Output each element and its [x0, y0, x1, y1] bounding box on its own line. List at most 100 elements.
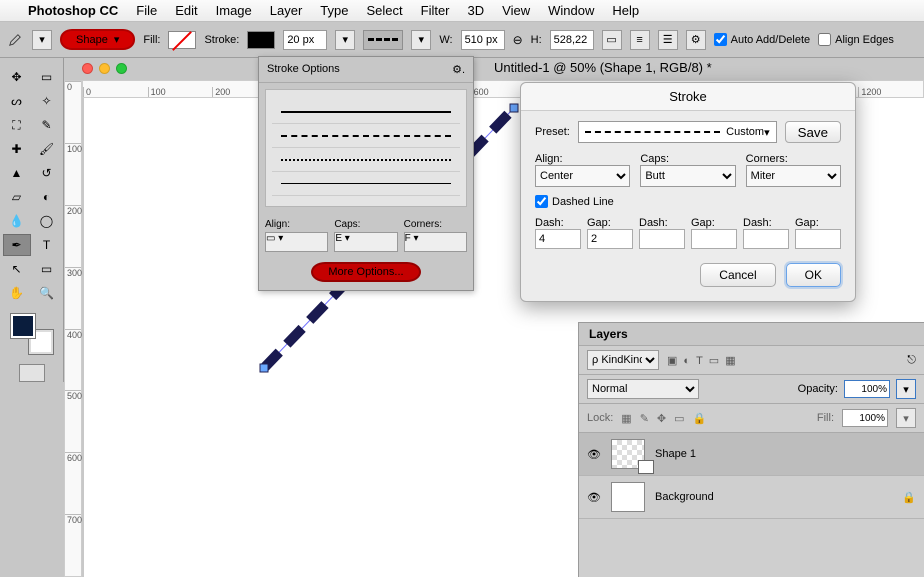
gear-icon[interactable]: ⚙: [686, 30, 706, 50]
path-ops-icon[interactable]: ▭: [602, 30, 622, 50]
align-icon[interactable]: ≡: [630, 30, 650, 50]
stroke-width-input[interactable]: [283, 30, 327, 50]
foreground-color[interactable]: [11, 314, 35, 338]
tool-mode-dropdown[interactable]: Shape ▾: [60, 29, 135, 50]
stroke-preset-dotted[interactable]: [272, 148, 460, 172]
opacity-input[interactable]: [844, 380, 890, 398]
menu-filter[interactable]: Filter: [421, 3, 450, 18]
cancel-button[interactable]: Cancel: [700, 263, 775, 287]
stroke-type-dd[interactable]: ▾: [411, 30, 431, 50]
auto-add-delete-checkbox[interactable]: Auto Add/Delete: [714, 33, 811, 46]
crop-tool[interactable]: ⛶: [3, 114, 31, 136]
ok-button[interactable]: OK: [786, 263, 841, 287]
layer-thumbnail[interactable]: [611, 482, 645, 512]
type-tool[interactable]: T: [33, 234, 61, 256]
stamp-tool[interactable]: ▲: [3, 162, 31, 184]
blur-tool[interactable]: 💧: [3, 210, 31, 232]
gap2-input[interactable]: [691, 229, 737, 249]
dashed-line-checkbox[interactable]: Dashed Line: [535, 195, 614, 208]
dash2-input[interactable]: [639, 229, 685, 249]
align-dropdown[interactable]: ▭ ▾: [265, 232, 328, 252]
stroke-preset-dashed[interactable]: [272, 124, 460, 148]
layer-thumbnail[interactable]: [611, 439, 645, 469]
menu-window[interactable]: Window: [548, 3, 594, 18]
gear-icon[interactable]: ⚙.: [452, 63, 465, 76]
stroke-type-dropdown[interactable]: [363, 30, 403, 50]
stroke-width-dd[interactable]: ▾: [335, 30, 355, 50]
align-select[interactable]: Center: [535, 165, 630, 187]
align-edges-checkbox[interactable]: Align Edges: [818, 33, 894, 46]
magic-wand-tool[interactable]: ✧: [33, 90, 61, 112]
filter-icons[interactable]: ▣◐T▭▦: [667, 354, 742, 367]
link-icon[interactable]: ⊖: [513, 33, 523, 47]
fill-input[interactable]: [842, 409, 888, 427]
app-name[interactable]: Photoshop CC: [28, 3, 118, 18]
fg-bg-swatch[interactable]: [9, 312, 55, 356]
menu-help[interactable]: Help: [612, 3, 639, 18]
shape-tool[interactable]: ▭: [33, 258, 61, 280]
quick-mask-toggle[interactable]: [19, 364, 45, 382]
opacity-dd[interactable]: ▾: [896, 379, 916, 399]
hand-tool[interactable]: ✋: [3, 282, 31, 304]
dash3-input[interactable]: [743, 229, 789, 249]
maximize-icon[interactable]: [116, 63, 127, 74]
minimize-icon[interactable]: [99, 63, 110, 74]
lasso-tool[interactable]: ᔕ: [3, 90, 31, 112]
layer-background[interactable]: 👁 Background 🔒: [579, 476, 924, 519]
filter-kind-select[interactable]: ρ KindKind: [587, 350, 659, 370]
save-button[interactable]: Save: [785, 121, 841, 143]
stroke-preset-solid[interactable]: [272, 100, 460, 124]
menu-3d[interactable]: 3D: [468, 3, 485, 18]
history-brush-tool[interactable]: ↺: [33, 162, 61, 184]
gradient-tool[interactable]: ◐: [33, 186, 61, 208]
caps-select[interactable]: Butt: [640, 165, 735, 187]
lock-brush-icon[interactable]: ✎: [640, 412, 649, 425]
dodge-tool[interactable]: ◯: [33, 210, 61, 232]
menu-view[interactable]: View: [502, 3, 530, 18]
gap1-input[interactable]: [587, 229, 633, 249]
anchor-point[interactable]: [510, 104, 518, 112]
eyedropper-tool[interactable]: ✎: [33, 114, 61, 136]
preset-dropdown[interactable]: Custom▾: [578, 121, 777, 143]
move-tool[interactable]: ✥: [3, 66, 31, 88]
corners-select[interactable]: Miter: [746, 165, 841, 187]
stroke-swatch[interactable]: [247, 31, 275, 49]
layer-shape1[interactable]: 👁 Shape 1: [579, 433, 924, 476]
fill-dd[interactable]: ▾: [896, 408, 916, 428]
stroke-preset-thin[interactable]: [272, 172, 460, 196]
layers-tab[interactable]: Layers: [579, 323, 924, 346]
caps-dropdown[interactable]: E ▾: [334, 232, 397, 252]
menu-select[interactable]: Select: [366, 3, 402, 18]
eraser-tool[interactable]: ▱: [3, 186, 31, 208]
fill-swatch[interactable]: [168, 31, 196, 49]
arrange-icon[interactable]: ☰: [658, 30, 678, 50]
lock-move-icon[interactable]: ✥: [657, 412, 666, 425]
blend-mode-select[interactable]: Normal: [587, 379, 699, 399]
filter-toggle[interactable]: ⎋: [907, 354, 916, 367]
brush-tool[interactable]: 🖌: [33, 138, 61, 160]
menu-type[interactable]: Type: [320, 3, 348, 18]
lock-transparency-icon[interactable]: ▦: [621, 412, 631, 425]
pen-tool[interactable]: ✒: [3, 234, 31, 256]
height-input[interactable]: [550, 30, 594, 50]
menu-layer[interactable]: Layer: [270, 3, 303, 18]
dash1-input[interactable]: [535, 229, 581, 249]
marquee-tool[interactable]: ▭: [33, 66, 61, 88]
lock-all-icon[interactable]: 🔒: [693, 412, 707, 425]
anchor-point[interactable]: [260, 364, 268, 372]
menu-file[interactable]: File: [136, 3, 157, 18]
close-icon[interactable]: [82, 63, 93, 74]
zoom-tool[interactable]: 🔍: [33, 282, 61, 304]
menu-edit[interactable]: Edit: [175, 3, 197, 18]
healing-tool[interactable]: ✚: [3, 138, 31, 160]
visibility-icon[interactable]: 👁: [587, 448, 601, 461]
visibility-icon[interactable]: 👁: [587, 491, 601, 504]
corners-dropdown[interactable]: F ▾: [404, 232, 467, 252]
menu-image[interactable]: Image: [216, 3, 252, 18]
gap3-input[interactable]: [795, 229, 841, 249]
lock-artboard-icon[interactable]: ▭: [674, 412, 684, 425]
more-options-button[interactable]: More Options...: [311, 262, 421, 282]
path-select-tool[interactable]: ↖: [3, 258, 31, 280]
width-input[interactable]: [461, 30, 505, 50]
tool-preset-dd[interactable]: ▾: [32, 30, 52, 50]
